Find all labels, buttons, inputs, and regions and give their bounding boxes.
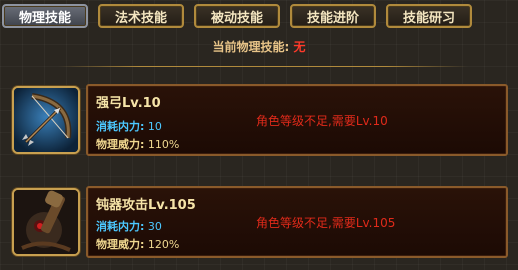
skill-card[interactable]: 钝器攻击Lv.105 消耗内力: 30 物理威力: 120% 角色等级不足,需要… — [6, 186, 508, 258]
skill-tab-bar: 物理技能 法术技能 被动技能 技能进阶 技能研习 — [0, 0, 518, 34]
current-skill-line: 当前物理技能: 无 — [0, 38, 518, 58]
divider — [58, 66, 468, 67]
blunt-weapon-icon[interactable] — [12, 188, 80, 256]
power-label: 物理威力: — [96, 238, 145, 251]
skill-name: 钝器攻击Lv.105 — [96, 198, 196, 213]
current-skill-label: 当前物理技能: — [212, 40, 290, 54]
skill-cost-row: 消耗内力: 30 — [96, 218, 162, 234]
tab-magic-skills[interactable]: 法术技能 — [98, 4, 184, 28]
tab-physical-skills[interactable]: 物理技能 — [2, 4, 88, 28]
tab-label: 技能研习 — [402, 10, 455, 26]
cost-label: 消耗内力: — [96, 220, 145, 233]
current-skill-value: 无 — [293, 40, 306, 54]
tab-skill-advance[interactable]: 技能进阶 — [290, 4, 376, 28]
tab-label: 物理技能 — [18, 10, 71, 26]
cost-value: 30 — [147, 220, 162, 233]
bow-arrow-icon[interactable] — [12, 86, 80, 154]
tab-label: 技能进阶 — [306, 10, 359, 26]
skill-power-row: 物理威力: 110% — [96, 136, 179, 152]
level-requirement: 角色等级不足,需要Lv.10 — [256, 114, 388, 128]
skill-info-panel: 强弓Lv.10 消耗内力: 10 物理威力: 110% 角色等级不足,需要Lv.… — [86, 84, 508, 156]
power-label: 物理威力: — [96, 138, 145, 151]
tab-label: 法术技能 — [114, 10, 167, 26]
tab-passive-skills[interactable]: 被动技能 — [194, 4, 280, 28]
skill-name: 强弓Lv.10 — [96, 96, 161, 111]
skill-card[interactable]: 强弓Lv.10 消耗内力: 10 物理威力: 110% 角色等级不足,需要Lv.… — [6, 84, 508, 156]
cost-value: 10 — [147, 120, 162, 133]
power-value: 120% — [147, 238, 180, 251]
tab-skill-study[interactable]: 技能研习 — [386, 4, 472, 28]
skill-info-panel: 钝器攻击Lv.105 消耗内力: 30 物理威力: 120% 角色等级不足,需要… — [86, 186, 508, 258]
level-requirement: 角色等级不足,需要Lv.105 — [256, 216, 396, 230]
tab-label: 被动技能 — [210, 10, 263, 26]
cost-label: 消耗内力: — [96, 120, 145, 133]
skill-power-row: 物理威力: 120% — [96, 236, 179, 252]
power-value: 110% — [147, 138, 180, 151]
skill-cost-row: 消耗内力: 10 — [96, 118, 162, 134]
